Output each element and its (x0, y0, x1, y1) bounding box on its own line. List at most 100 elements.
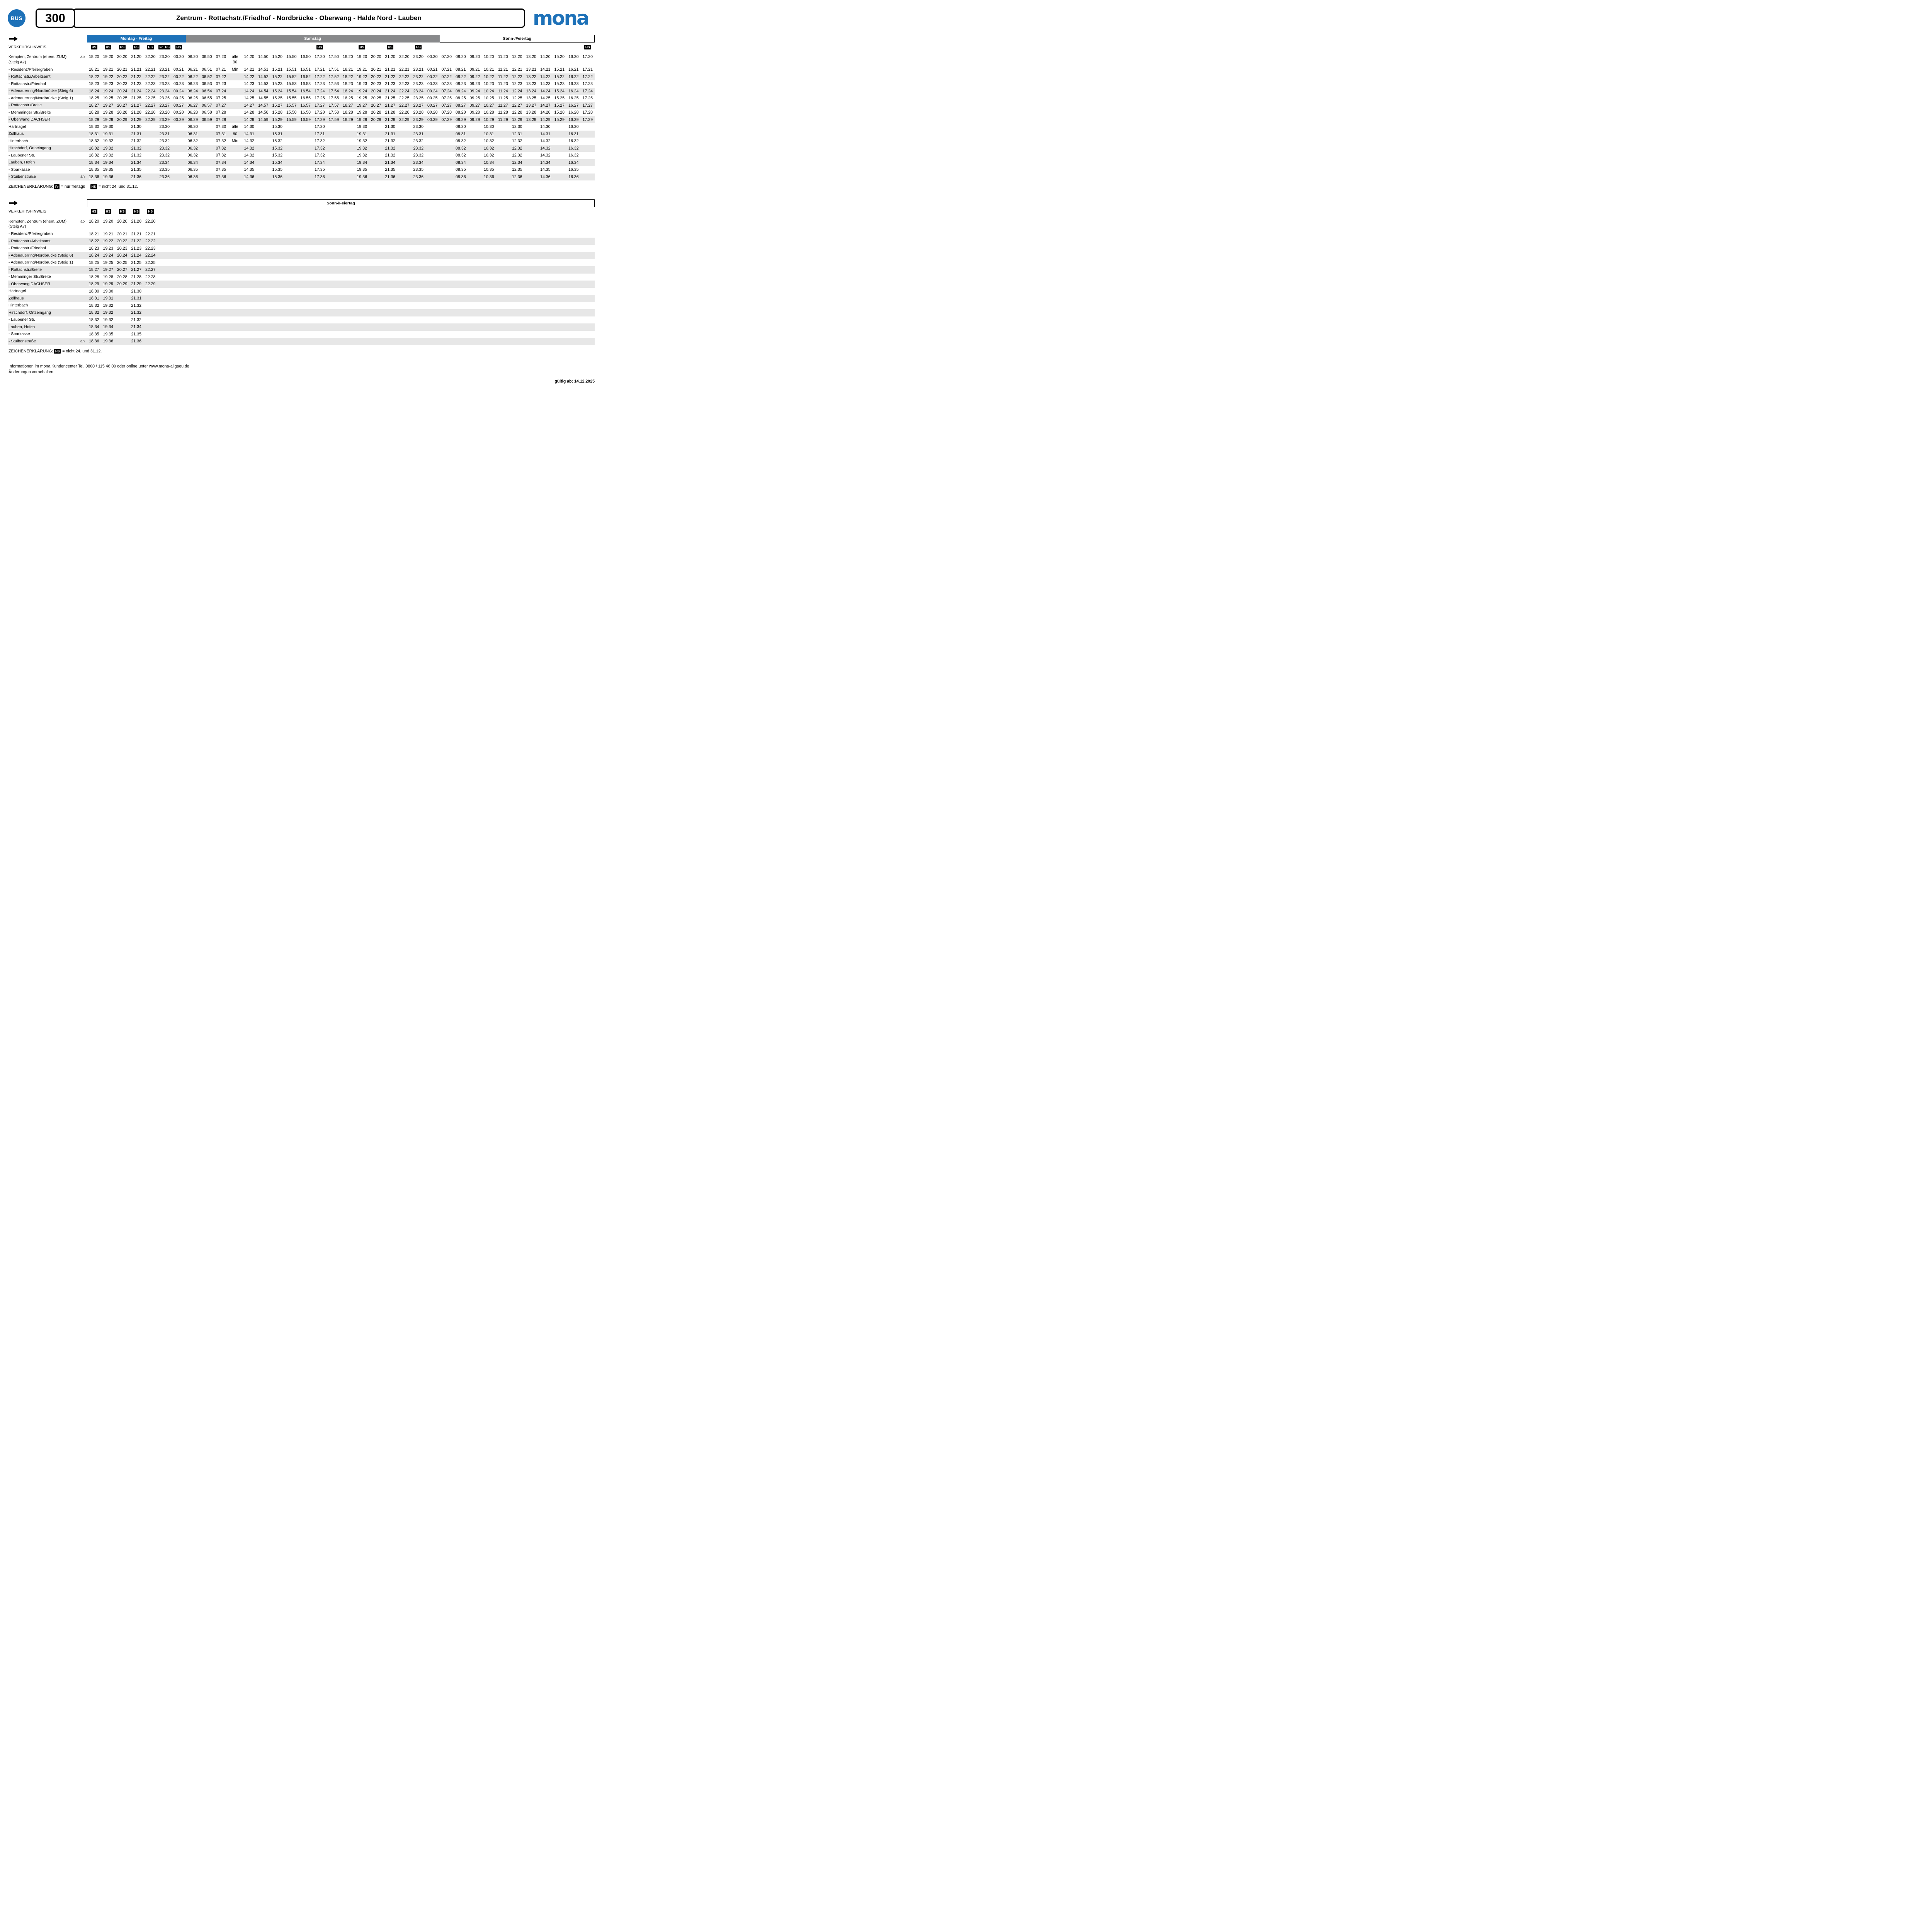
time-cell: 17.34 (313, 160, 327, 165)
time-cell: 23.24 (158, 89, 172, 94)
time-cell: 07.32 (214, 146, 228, 151)
time-cell: 21.32 (383, 139, 398, 143)
time-cell: 14.29 (538, 117, 553, 122)
station-name: Zollhaus (8, 296, 80, 301)
time-cell: 15.28 (553, 110, 567, 115)
note-badge-hs: HS (90, 184, 97, 189)
station-row: - Rottachstr./Breite18.2719.2720.2721.27… (8, 266, 595, 274)
time-cell: 14.34 (242, 160, 257, 165)
time-cell: 22.25 (143, 96, 158, 100)
note-badge-cell: HS (581, 45, 595, 50)
time-cell: 17.21 (581, 67, 595, 72)
time-cell: 19.35 (101, 332, 116, 337)
time-cell: 00.22 (425, 75, 440, 79)
time-cell: 18.23 (341, 82, 355, 86)
time-cell: 23.28 (158, 110, 172, 115)
time-cell: Min (228, 139, 242, 143)
time-cell: 14.57 (256, 103, 270, 108)
time-cell: 12.32 (510, 146, 524, 151)
time-cell: 19.31 (101, 296, 116, 301)
time-cell: 10.32 (482, 146, 496, 151)
time-cell: 12.20 (510, 54, 524, 60)
time-cell: 22.29 (143, 282, 158, 286)
time-cell: 19.34 (101, 325, 116, 329)
station-row: Hirschdorf, Ortseingang18.3219.3221.32 (8, 309, 595, 316)
time-cell: 22.21 (397, 67, 412, 72)
time-cell: 11.29 (496, 117, 510, 122)
note-badge-cell: HS (129, 209, 144, 214)
station-name: - Rottachstr./Friedhof (8, 246, 80, 250)
time-cell: 22.27 (143, 103, 158, 108)
time-cell: 21.32 (129, 146, 144, 151)
route-title-box: Zentrum - Rottachstr./Friedhof - Nordbrü… (73, 9, 525, 28)
note-badge-hs: HS (164, 45, 171, 50)
time-cell: 15.55 (284, 96, 299, 100)
time-cell: 06.28 (186, 110, 200, 115)
station-row: Härtnagel18.3019.3021.3023.3006.3007.30a… (8, 123, 595, 131)
time-cell: 21.29 (383, 117, 398, 122)
time-cell: 08.32 (454, 146, 468, 151)
time-cell: 14.35 (242, 167, 257, 172)
time-cell: 20.25 (115, 260, 129, 265)
time-cell: 10.29 (482, 117, 496, 122)
time-cell: 20.25 (369, 96, 383, 100)
time-cell: 20.29 (115, 117, 129, 122)
time-cell: 07.22 (214, 75, 228, 79)
time-cell: 23.35 (412, 167, 426, 172)
time-cell: 21.29 (129, 117, 144, 122)
time-cell: 23.35 (158, 167, 172, 172)
time-cell: 21.35 (383, 167, 398, 172)
time-cell: 00.24 (172, 89, 186, 94)
time-cell: 14.32 (538, 146, 553, 151)
time-cell: 06.58 (200, 110, 214, 115)
station-name: Hinterbach (8, 303, 80, 308)
legend-item: HS= nicht 24. und 31.12. (54, 349, 102, 354)
time-cell: 21.32 (129, 139, 144, 143)
time-cell: 18.22 (87, 239, 101, 243)
time-cell: 23.32 (158, 139, 172, 143)
time-cell: 15.35 (270, 167, 285, 172)
time-cell: 15.23 (553, 82, 567, 86)
time-cell: 10.22 (482, 75, 496, 79)
time-cell: 22.23 (397, 82, 412, 86)
time-cell: 14.27 (538, 103, 553, 108)
time-cell: 17.28 (581, 110, 595, 115)
note-badge-cell: HS (115, 209, 129, 214)
time-cell: 23.22 (158, 75, 172, 79)
time-cell: 19.24 (101, 253, 116, 258)
day-band-row: Sonn-/Feiertag (8, 199, 595, 207)
time-cell: 06.52 (200, 75, 214, 79)
time-cell: 19.28 (101, 275, 116, 279)
time-cell: 17.32 (313, 146, 327, 151)
time-cell: 23.20 (158, 54, 172, 60)
time-cell: 21.31 (129, 296, 144, 301)
time-cell: 13.23 (524, 82, 539, 86)
time-cell: 12.35 (510, 167, 524, 172)
time-cell: 21.34 (129, 160, 144, 165)
time-cell: 22.23 (143, 246, 158, 251)
time-cell: 16.21 (566, 67, 581, 72)
note-badge-cell: HS (383, 45, 398, 50)
time-cell: 15.21 (553, 67, 567, 72)
time-cell: 19.23 (355, 82, 369, 86)
depart-arrive-mark: ab (80, 219, 87, 225)
time-cell: 12.32 (510, 139, 524, 143)
time-cell: 19.36 (101, 175, 116, 179)
station-name: Hirschdorf, Ortseingang (8, 146, 80, 150)
time-cell: 08.28 (454, 110, 468, 115)
time-cell: alle 30 (228, 54, 242, 65)
time-cell: 23.36 (158, 175, 172, 179)
time-cell: 17.22 (313, 75, 327, 79)
time-cell: 15.22 (270, 75, 285, 79)
time-cell: 17.31 (313, 132, 327, 136)
time-cell: 15.21 (270, 67, 285, 72)
time-cell: 21.34 (383, 160, 398, 165)
time-cell: 19.32 (355, 146, 369, 151)
time-cell: 17.59 (327, 117, 341, 122)
time-cell: 22.24 (143, 89, 158, 94)
station-name: - Rottachstr./Breite (8, 268, 80, 272)
time-cell: 16.55 (299, 96, 313, 100)
time-cell: 22.25 (397, 96, 412, 100)
time-cell: 21.25 (129, 96, 144, 100)
station-name: - Adenauerring/Nordbrücke (Steig 1) (8, 260, 80, 265)
